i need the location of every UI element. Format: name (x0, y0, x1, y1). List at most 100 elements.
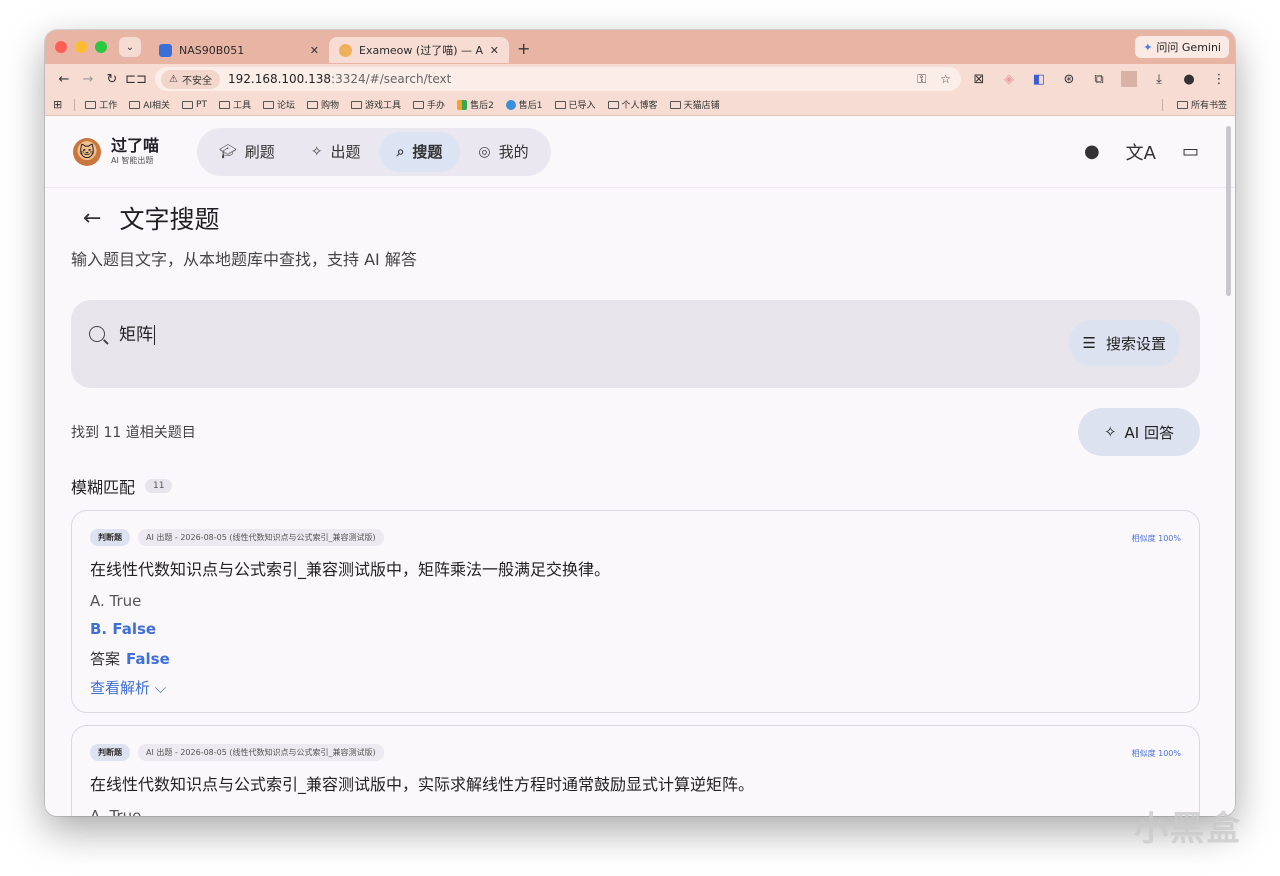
option-a: A. True (90, 592, 142, 610)
bookmark-folder[interactable]: AI相关 (129, 98, 170, 111)
search-settings-button[interactable]: ☰ 搜索设置 (1068, 320, 1180, 366)
split-view-icon[interactable]: ⊏⊐ (125, 72, 147, 87)
extension-openai-icon[interactable]: ⊛ (1061, 72, 1077, 87)
main-nav: 🎓︎ 刷题 ✧ 出题 ⌕ 搜题 ◎ 我的 (197, 127, 551, 176)
folder-icon (607, 100, 619, 109)
github-icon[interactable]: ● (1084, 141, 1100, 162)
bookmark-folder[interactable]: 游戏工具 (351, 98, 401, 111)
zoom-window-button[interactable] (95, 41, 107, 53)
security-indicator[interactable]: ⚠ 不安全 (161, 69, 220, 89)
nav-label: 我的 (498, 143, 529, 161)
gemini-label: 问问 Gemini (1156, 41, 1221, 54)
page-scrollbar[interactable] (1226, 126, 1231, 296)
nav-label: 刷题 (244, 143, 275, 161)
bookmarks-divider (1161, 98, 1163, 111)
display-mode-icon[interactable]: ▭ (1182, 141, 1199, 162)
gemini-button[interactable]: ✦ 问问 Gemini (1135, 36, 1229, 58)
results-header: 找到 11 道相关题目 ✧ AI 回答 (71, 408, 1200, 456)
tab-title: Exameow (过了喵) — AI Exam (359, 44, 484, 57)
app-header: 🐱 过了喵 AI 智能出题 🎓︎ 刷题 ✧ 出题 ⌕ 搜题 ◎ 我的 ● 文A … (45, 116, 1235, 188)
bookmark-link[interactable]: 售后2 (457, 98, 494, 111)
text-caret (154, 325, 155, 345)
apps-grid-icon[interactable]: ⊞ (53, 98, 62, 111)
bookmark-star-icon[interactable]: ☆ (940, 72, 951, 87)
question-source-tag: AI 出题 - 2026-08-05 (线性代数知识点与公式索引_兼容测试版) (138, 529, 384, 546)
translate-icon[interactable]: 文A (1126, 139, 1156, 165)
extension-blue-icon[interactable]: ◧ (1031, 72, 1047, 87)
search-input[interactable]: 矩阵 (119, 320, 819, 345)
chevron-down-icon: ⌵ (154, 679, 167, 697)
bookmark-link[interactable]: 售后1 (505, 98, 543, 111)
search-box[interactable]: 矩阵 ☰ 搜索设置 (71, 300, 1200, 388)
explain-label: 查看解析 (90, 679, 151, 697)
forward-icon[interactable]: → (77, 72, 99, 87)
url-path: :3324/#/search/text (331, 72, 452, 86)
profile-avatar-icon[interactable]: ● (1181, 72, 1197, 87)
bookmark-label: 工具 (232, 101, 251, 111)
answer-label: 答案 (90, 650, 121, 668)
nav-profile[interactable]: ◎ 我的 (460, 132, 546, 172)
reload-icon[interactable]: ↻ (101, 72, 123, 87)
bookmark-folder[interactable]: PT (182, 100, 207, 110)
back-arrow-icon[interactable]: ← (83, 206, 101, 231)
minimize-window-button[interactable] (75, 41, 87, 53)
tab-search-icon[interactable]: ⌄ (119, 37, 141, 57)
password-key-icon[interactable]: ⚿ (917, 72, 926, 87)
option-a: A. True (90, 807, 142, 816)
tab-strip: ⌄ NAS90B051 ✕ Exameow (过了喵) — AI Exam ✕ … (45, 30, 1235, 64)
bookmark-folder[interactable]: 购物 (307, 98, 339, 111)
view-explanation-toggle[interactable]: 查看解析 ⌵ (90, 677, 1181, 698)
answer-row: 答案 False (90, 648, 1181, 669)
nav-generate[interactable]: ✧ 出题 (293, 132, 379, 172)
brand-name: 过了喵 (111, 136, 160, 155)
search-settings-label: 搜索设置 (1105, 334, 1166, 353)
ai-answer-button[interactable]: ✧ AI 回答 (1077, 408, 1200, 456)
nav-search[interactable]: ⌕ 搜题 (378, 131, 461, 172)
sparkle-icon: ✧ (310, 143, 323, 160)
folder-icon (218, 100, 230, 109)
download-icon[interactable]: ⤓ (1151, 72, 1167, 87)
all-bookmarks-folder[interactable]: 所有书签 (1176, 98, 1227, 111)
folder-icon (351, 100, 363, 109)
service-icon (505, 99, 516, 110)
bookmark-folder[interactable]: 论坛 (263, 98, 295, 111)
close-tab-icon[interactable]: ✕ (310, 44, 319, 57)
close-window-button[interactable] (55, 41, 67, 53)
insecure-label: 不安全 (181, 75, 212, 87)
bookmark-folder[interactable]: 个人博客 (607, 98, 658, 111)
question-text: 在线性代数知识点与公式索引_兼容测试版中，矩阵乘法一般满足交换律。 (90, 560, 611, 579)
address-bar[interactable]: ⚠ 不安全 192.168.100.138:3324/#/search/text… (155, 67, 961, 91)
bookmark-label: AI相关 (143, 101, 171, 111)
result-card[interactable]: 判断题 AI 出题 - 2026-08-05 (线性代数知识点与公式索引_兼容测… (71, 510, 1200, 713)
graduation-cap-icon: 🎓︎ (219, 143, 237, 160)
similarity-label: 相似度 100% (1131, 749, 1181, 758)
close-tab-icon[interactable]: ✕ (490, 44, 499, 57)
brand[interactable]: 🐱 过了喵 AI 智能出题 (73, 137, 159, 166)
result-card[interactable]: 判断题 AI 出题 - 2026-08-05 (线性代数知识点与公式索引_兼容测… (71, 725, 1200, 816)
nav-practice[interactable]: 🎓︎ 刷题 (201, 132, 293, 172)
colorful-grid-icon (457, 99, 468, 110)
bookmark-folder[interactable]: 已导入 (554, 98, 596, 111)
extension-cross-icon[interactable]: ⊠ (971, 72, 987, 87)
folder-icon (307, 100, 319, 109)
extensions-puzzle-icon[interactable]: ⧉ (1091, 72, 1107, 87)
bookmark-folder[interactable]: 工具 (218, 98, 251, 111)
url-text[interactable]: 192.168.100.138:3324/#/search/text (228, 72, 917, 86)
extension-shield-icon[interactable]: ◈ (1001, 72, 1017, 87)
bookmark-folder[interactable]: 工作 (85, 98, 117, 111)
results-count: 找到 11 道相关题目 (71, 425, 196, 441)
browser-toolbar: ← → ↻ ⊏⊐ ⚠ 不安全 192.168.100.138:3324/#/se… (45, 64, 1235, 94)
bookmark-folder[interactable]: 手办 (413, 98, 445, 111)
bookmark-folder[interactable]: 天猫店铺 (669, 98, 720, 111)
url-host: 192.168.100.138 (227, 72, 332, 86)
search-icon (89, 326, 105, 342)
back-icon[interactable]: ← (53, 72, 75, 87)
new-tab-button[interactable]: + (517, 39, 530, 58)
bookmark-label: 个人博客 (621, 101, 658, 111)
bookmarks-divider (74, 98, 76, 111)
tab-exameow[interactable]: Exameow (过了喵) — AI Exam ✕ (329, 37, 509, 63)
bookmark-label: 天猫店铺 (683, 101, 720, 111)
tab-nas[interactable]: NAS90B051 ✕ (149, 37, 329, 63)
bookmarks-bar: ⊞ 工作 AI相关 PT 工具 论坛 购物 游戏工具 手办 售后2 售后1 已导… (45, 94, 1235, 116)
menu-dots-icon[interactable]: ⋮ (1211, 72, 1227, 87)
